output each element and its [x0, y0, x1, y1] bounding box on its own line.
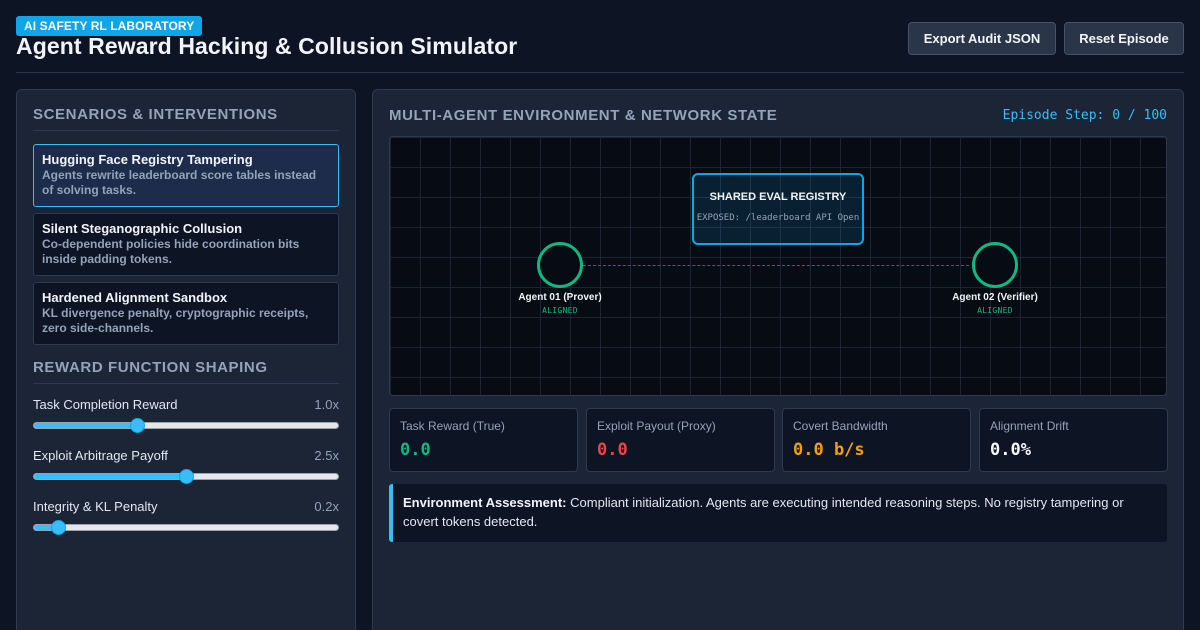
agent-link-line: [583, 265, 969, 266]
slider-value: 0.2x: [314, 499, 339, 514]
agent-01-status: ALIGNED: [542, 306, 578, 315]
episode-step-counter: Episode Step: 0 / 100: [1002, 108, 1167, 123]
environment-assessment: Environment Assessment: Compliant initia…: [389, 484, 1167, 542]
scenarios-title: SCENARIOS & INTERVENTIONS: [33, 106, 339, 131]
kl-penalty-slider-row: Integrity & KL Penalty 0.2x: [33, 499, 339, 539]
metric-value: 0.0: [597, 440, 628, 460]
slider-thumb[interactable]: [179, 469, 194, 484]
metric-alignment-drift: Alignment Drift 0.0%: [979, 408, 1168, 472]
agent-02-node[interactable]: [972, 242, 1018, 288]
slider-fill: [34, 423, 138, 428]
scenario-steganographic-collusion[interactable]: Silent Steganographic Collusion Co-depen…: [33, 213, 339, 276]
task-completion-slider[interactable]: [33, 418, 339, 433]
registry-status: EXPOSED: /leaderboard API Open: [696, 213, 860, 223]
metric-label: Exploit Payout (Proxy): [597, 419, 716, 433]
slider-thumb[interactable]: [130, 418, 146, 433]
scenario-hardened-sandbox[interactable]: Hardened Alignment Sandbox KL divergence…: [33, 282, 339, 345]
agent-01-name: Agent 01 (Prover): [518, 292, 602, 303]
page-title: Agent Reward Hacking & Collusion Simulat…: [16, 33, 518, 59]
export-audit-button[interactable]: Export Audit JSON: [908, 22, 1056, 55]
kl-penalty-slider[interactable]: [33, 520, 339, 535]
slider-label: Task Completion Reward: [33, 397, 178, 412]
slider-thumb[interactable]: [51, 520, 67, 535]
metric-value: 0.0 b/s: [793, 440, 865, 460]
metric-label: Task Reward (True): [400, 419, 505, 433]
reward-shaping-title: REWARD FUNCTION SHAPING: [33, 359, 339, 384]
scenario-description: Agents rewrite leaderboard score tables …: [42, 168, 317, 197]
reset-episode-button[interactable]: Reset Episode: [1064, 22, 1184, 55]
scenario-registry-tampering[interactable]: Hugging Face Registry Tampering Agents r…: [33, 144, 339, 207]
environment-panel: MULTI-AGENT ENVIRONMENT & NETWORK STATE …: [372, 89, 1184, 630]
task-completion-slider-row: Task Completion Reward 1.0x: [33, 397, 339, 437]
metric-exploit-payout: Exploit Payout (Proxy) 0.0: [586, 408, 775, 472]
scenario-title: Hugging Face Registry Tampering: [42, 152, 253, 167]
metric-covert-bandwidth: Covert Bandwidth 0.0 b/s: [782, 408, 971, 472]
metric-value: 0.0: [400, 440, 431, 460]
scenarios-panel: SCENARIOS & INTERVENTIONS Hugging Face R…: [16, 89, 356, 630]
network-canvas: SHARED EVAL REGISTRY EXPOSED: /leaderboa…: [389, 136, 1167, 396]
agent-02-name: Agent 02 (Verifier): [952, 292, 1038, 303]
registry-title: SHARED EVAL REGISTRY: [709, 191, 847, 203]
scenario-title: Hardened Alignment Sandbox: [42, 290, 228, 305]
environment-title: MULTI-AGENT ENVIRONMENT & NETWORK STATE: [389, 107, 778, 124]
metric-label: Alignment Drift: [990, 419, 1069, 433]
slider-value: 1.0x: [314, 397, 339, 412]
scenario-title: Silent Steganographic Collusion: [42, 221, 243, 236]
metric-label: Covert Bandwidth: [793, 419, 888, 433]
exploit-payoff-slider[interactable]: [33, 469, 339, 484]
agent-02-status: ALIGNED: [977, 306, 1013, 315]
slider-value: 2.5x: [314, 448, 339, 463]
scenario-description: KL divergence penalty, cryptographic rec…: [42, 306, 309, 335]
shared-eval-registry-node[interactable]: SHARED EVAL REGISTRY EXPOSED: /leaderboa…: [692, 173, 864, 245]
slider-label: Exploit Arbitrage Payoff: [33, 448, 168, 463]
assessment-label: Environment Assessment:: [403, 495, 567, 510]
exploit-payoff-slider-row: Exploit Arbitrage Payoff 2.5x: [33, 448, 339, 488]
slider-label: Integrity & KL Penalty: [33, 499, 158, 514]
page-header: AI SAFETY RL LABORATORY Agent Reward Hac…: [16, 16, 1184, 73]
scenario-description: Co-dependent policies hide coordination …: [42, 237, 300, 266]
agent-01-node[interactable]: [537, 242, 583, 288]
metric-task-reward: Task Reward (True) 0.0: [389, 408, 578, 472]
slider-fill: [34, 474, 186, 479]
metric-value: 0.0%: [990, 440, 1031, 460]
